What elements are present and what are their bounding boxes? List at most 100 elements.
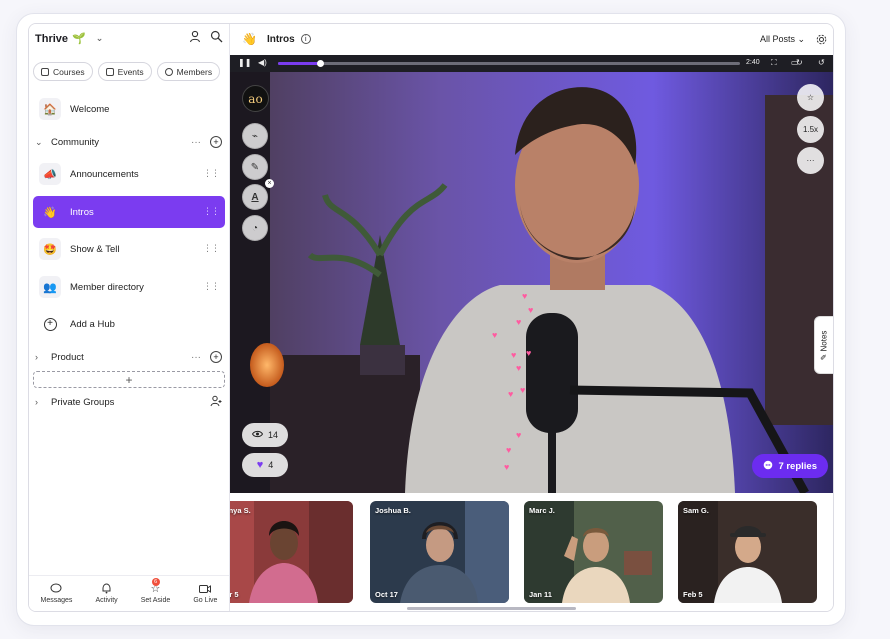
- app-screen: Thrive 🌱 ⌄ Courses Events Members 🏠 Welc…: [28, 23, 834, 612]
- courses-pill[interactable]: Courses: [33, 62, 93, 81]
- video-frame: [230, 55, 833, 493]
- section-community[interactable]: ⌄ Community ··· +: [35, 134, 225, 150]
- thumbnail-author: Sonya S.: [230, 506, 251, 515]
- replies-button[interactable]: 7 replies: [752, 454, 828, 478]
- nav-set-aside[interactable]: ☆ 6 Set Aside: [141, 578, 170, 604]
- nav-messages[interactable]: Messages: [41, 583, 72, 604]
- progress-fill: [278, 62, 320, 65]
- sidebar-item-label: Intros: [70, 206, 94, 218]
- sidebar-item-show-and-tell[interactable]: 🤩 Show & Tell ⋮⋮: [33, 233, 225, 265]
- pause-icon[interactable]: ❚❚: [238, 58, 251, 67]
- group-add-icon[interactable]: [210, 395, 222, 410]
- thumbnail-card[interactable]: Marc J. Jan 11: [524, 501, 663, 603]
- horizontal-scrollbar[interactable]: [407, 607, 576, 610]
- gear-icon[interactable]: [816, 32, 827, 50]
- profile-icon[interactable]: [189, 30, 202, 43]
- brand-name: Thrive: [35, 32, 69, 45]
- star-eyes-icon: 🤩: [39, 238, 61, 260]
- section-private-groups[interactable]: › Private Groups: [35, 394, 225, 410]
- add-icon[interactable]: +: [210, 136, 222, 148]
- forward-icon[interactable]: ↻: [796, 58, 803, 67]
- heart-icon: ♥: [256, 459, 264, 471]
- thumbnail-image: [678, 501, 817, 603]
- chevron-down-icon: ⌄: [35, 136, 43, 147]
- members-pill[interactable]: Members: [156, 62, 221, 81]
- video-icon: [199, 583, 212, 594]
- fullscreen-icon[interactable]: ⛶: [771, 58, 777, 68]
- nav-go-live[interactable]: Go Live: [193, 583, 217, 604]
- sidebar-item-announcements[interactable]: 📣 Announcements ⋮⋮: [33, 158, 225, 190]
- sidebar-item-intros[interactable]: 👋 Intros ⋮⋮: [33, 196, 225, 228]
- views-count: 14: [242, 423, 288, 447]
- person-icon: [164, 67, 173, 76]
- more-icon[interactable]: ···: [191, 137, 201, 148]
- notes-tab[interactable]: ✎ Notes: [814, 316, 833, 374]
- calendar-icon: [105, 67, 114, 76]
- time-remaining: 2:40: [746, 59, 760, 66]
- add-section-button[interactable]: +: [33, 371, 225, 388]
- thumbnail-date: Oct 17: [375, 590, 398, 599]
- thumbnail-image: [230, 501, 353, 603]
- playback-speed-button[interactable]: 1.5x: [797, 116, 824, 143]
- thumbnail-card[interactable]: Sonya S. Mar 5: [230, 501, 353, 603]
- more-options-button[interactable]: ···: [797, 147, 824, 174]
- search-icon[interactable]: [210, 30, 223, 43]
- section-product[interactable]: › Product ··· +: [35, 349, 225, 365]
- progress-bar[interactable]: [278, 60, 740, 67]
- thumbnail-image: [370, 501, 509, 603]
- close-icon[interactable]: ×: [265, 179, 274, 188]
- hub-header: 👋 Intros i All Posts ⌄: [230, 24, 833, 54]
- sidebar-item-label: Announcements: [70, 168, 139, 180]
- section-label: Community: [51, 136, 100, 148]
- highlight-icon[interactable]: ✎: [242, 154, 268, 180]
- house-icon: 🏠: [39, 98, 61, 120]
- sidebar-item-label: Welcome: [70, 103, 110, 115]
- sidebar: Thrive 🌱 ⌄ Courses Events Members 🏠 Welc…: [29, 24, 230, 611]
- thumbnail-date: Feb 5: [683, 590, 703, 599]
- likes-button[interactable]: ♥ 4: [242, 453, 288, 477]
- drag-handle-icon[interactable]: ⋮⋮: [203, 206, 220, 217]
- drag-handle-icon[interactable]: ⋮⋮: [203, 243, 220, 254]
- notification-badge: 6: [151, 578, 160, 586]
- megaphone-icon: 📣: [39, 163, 61, 185]
- info-icon[interactable]: i: [300, 34, 311, 44]
- page-title: Intros: [266, 33, 295, 45]
- sidebar-item-label: Show & Tell: [70, 243, 120, 255]
- sticker-icon[interactable]: ◔: [242, 215, 268, 241]
- thumbnail-image: [524, 501, 663, 603]
- volume-icon[interactable]: ◀): [258, 58, 267, 67]
- sidebar-item-welcome[interactable]: 🏠 Welcome: [33, 93, 225, 125]
- thumbnail-card[interactable]: Joshua B. Oct 17: [370, 501, 509, 603]
- chat-icon: [50, 583, 62, 594]
- eye-icon: [251, 430, 264, 440]
- events-pill[interactable]: Events: [97, 62, 152, 81]
- community-switcher[interactable]: Thrive 🌱 ⌄: [35, 32, 103, 46]
- add-icon[interactable]: +: [210, 351, 222, 363]
- drag-handle-icon[interactable]: ⋮⋮: [203, 168, 220, 179]
- sprout-icon: 🌱: [72, 33, 86, 45]
- video-player[interactable]: ❚❚ ◀) 2:40 ⛶ ▭ ↻ ↺ ao ⌁ ✎ A × ◔ ☆ 1.5x ·…: [230, 55, 833, 493]
- text-tool-icon[interactable]: A: [242, 184, 268, 210]
- attach-icon[interactable]: ⌁: [242, 123, 268, 149]
- add-hub-label: Add a Hub: [70, 318, 115, 330]
- progress-knob[interactable]: [316, 60, 324, 67]
- brand-logo: ao: [242, 85, 269, 112]
- star-button[interactable]: ☆: [797, 84, 824, 111]
- book-icon: [41, 67, 49, 76]
- more-icon[interactable]: ···: [191, 352, 201, 363]
- bell-icon: [101, 583, 113, 594]
- sidebar-item-member-directory[interactable]: 👥 Member directory ⋮⋮: [33, 271, 225, 303]
- nav-activity[interactable]: Activity: [95, 583, 118, 604]
- drag-handle-icon[interactable]: ⋮⋮: [203, 281, 220, 292]
- people-icon: 👥: [39, 276, 61, 298]
- bottom-nav: Messages Activity ☆ 6 Set Aside Go Live: [29, 575, 229, 611]
- add-circle-icon: +: [39, 313, 61, 335]
- section-label: Private Groups: [51, 396, 115, 408]
- rewind-icon[interactable]: ↺: [818, 58, 825, 67]
- thumbnail-author: Marc J.: [529, 506, 555, 515]
- posts-filter-dropdown[interactable]: All Posts ⌄: [760, 34, 805, 45]
- thumbnail-card[interactable]: Sam G. Feb 5: [678, 501, 817, 603]
- thumbnail-author: Sam G.: [683, 506, 709, 515]
- add-hub-button[interactable]: + Add a Hub: [33, 308, 225, 340]
- chevron-right-icon: ›: [35, 397, 38, 407]
